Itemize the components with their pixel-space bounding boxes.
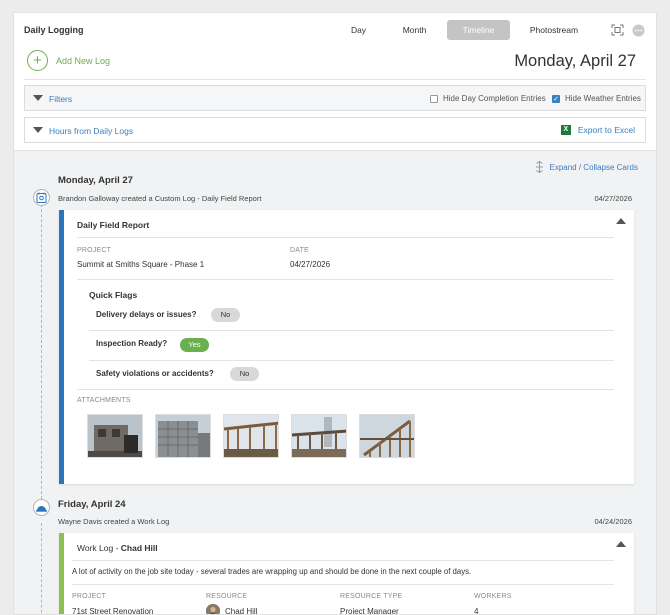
divider — [89, 360, 614, 361]
work-log-card: Work Log - Chad Hill A lot of activity o… — [59, 533, 634, 615]
flag-question: Delivery delays or issues? — [96, 310, 197, 319]
expand-collapse-icon — [535, 161, 543, 173]
divider — [72, 560, 614, 561]
expand-collapse-button[interactable]: Expand / Collapse Cards — [535, 161, 639, 173]
tab-photostream[interactable]: Photostream — [510, 20, 598, 40]
export-excel-label: Export to Excel — [577, 125, 635, 135]
work-log-icon — [33, 499, 50, 516]
hide-day-completion-label: Hide Day Completion Entries — [443, 94, 546, 103]
divider — [72, 584, 614, 585]
resource-value: Chad Hill — [225, 607, 258, 615]
flag-question: Safety violations or accidents? — [96, 369, 214, 378]
tab-day[interactable]: Day — [331, 20, 386, 40]
current-date: Monday, April 27 — [514, 52, 636, 70]
timeline: Expand / Collapse Cards Monday, April 27… — [14, 150, 656, 615]
daily-logging-panel: Daily Logging Day Month Timeline Photost… — [13, 12, 657, 615]
day-heading: Monday, April 27 — [58, 175, 133, 186]
excel-icon: X — [560, 125, 571, 135]
flag-answer-no[interactable]: No — [211, 308, 240, 322]
log-creator-text: Brandon Galloway created a Custom Log - … — [58, 194, 262, 203]
hide-weather-label: Hide Weather Entries — [565, 94, 641, 103]
resource-type-label: RESOURCE TYPE — [340, 593, 403, 600]
workers-value: 4 — [474, 607, 479, 615]
project-value: 71st Street Renovation — [72, 607, 154, 615]
flag-answer-yes[interactable]: Yes — [180, 338, 209, 352]
filters-bar: Filters Hide Day Completion Entries ✓ Hi… — [24, 85, 646, 111]
attachment-photo[interactable] — [87, 414, 143, 458]
attachment-photo[interactable] — [155, 414, 211, 458]
card-title: Daily Field Report — [77, 220, 150, 230]
custom-log-icon — [33, 189, 50, 206]
checkbox-box[interactable] — [430, 94, 438, 103]
timeline-connector — [41, 523, 42, 614]
card-title: Work Log - Chad Hill — [77, 543, 158, 553]
page-title: Daily Logging — [24, 25, 84, 35]
card-title-name: Chad Hill — [120, 543, 158, 553]
date-value: 04/27/2026 — [290, 260, 331, 269]
add-new-log-label: Add New Log — [56, 55, 111, 66]
expand-collapse-label: Expand / Collapse Cards — [549, 162, 639, 172]
hours-toggle[interactable]: Hours from Daily Logs — [49, 126, 133, 136]
quick-flags-title: Quick Flags — [89, 290, 138, 300]
timeline-connector — [41, 189, 42, 499]
project-label: PROJECT — [77, 247, 112, 254]
filters-toggle[interactable]: Filters — [49, 94, 72, 104]
attachment-photo[interactable] — [359, 414, 415, 458]
divider — [77, 389, 614, 390]
flag-answer-no[interactable]: No — [230, 367, 259, 381]
checkbox-box-checked[interactable]: ✓ — [552, 94, 560, 103]
log-description: A lot of activity on the job site today … — [72, 567, 472, 576]
date-label: DATE — [290, 247, 309, 254]
resource-label: RESOURCE — [206, 593, 248, 600]
divider — [77, 237, 614, 238]
attachment-photo[interactable] — [291, 414, 347, 458]
project-label: PROJECT — [72, 593, 107, 600]
attachments-label: ATTACHMENTS — [77, 397, 131, 404]
resource-type-value: Project Manager — [340, 607, 399, 615]
collapse-card-icon[interactable] — [616, 218, 626, 224]
more-options-icon[interactable] — [631, 23, 645, 37]
flag-question: Inspection Ready? — [96, 339, 168, 348]
divider — [89, 330, 614, 331]
log-creator-text: Wayne Davis created a Work Log — [58, 517, 170, 526]
log-date: 04/27/2026 — [594, 194, 632, 203]
tab-month[interactable]: Month — [388, 20, 441, 40]
collapse-card-icon[interactable] — [616, 541, 626, 547]
daily-field-report-card: Daily Field Report PROJECT Summit at Smi… — [59, 210, 634, 484]
header-divider — [24, 79, 646, 80]
workers-label: WORKERS — [474, 593, 512, 600]
caret-down-icon[interactable] — [33, 127, 43, 133]
avatar — [206, 604, 220, 614]
fullscreen-icon[interactable] — [610, 23, 624, 37]
plus-icon: + — [27, 50, 48, 71]
log-date: 04/24/2026 — [594, 517, 632, 526]
card-title-prefix: Work Log - — [77, 543, 121, 553]
divider — [77, 279, 614, 280]
project-value: Summit at Smiths Square - Phase 1 — [77, 260, 205, 269]
hide-day-completion-checkbox[interactable]: Hide Day Completion Entries — [430, 94, 546, 103]
view-tabs: Day Month Timeline Photostream — [331, 20, 598, 40]
export-excel-button[interactable]: X Export to Excel — [560, 125, 635, 135]
attachment-photo[interactable] — [223, 414, 279, 458]
day-heading: Friday, April 24 — [58, 499, 126, 510]
hide-weather-checkbox[interactable]: ✓ Hide Weather Entries — [552, 94, 641, 103]
hours-bar: Hours from Daily Logs X Export to Excel — [24, 117, 646, 143]
caret-down-icon[interactable] — [33, 95, 43, 101]
tab-timeline[interactable]: Timeline — [447, 20, 510, 40]
add-new-log-button[interactable]: + Add New Log — [27, 50, 110, 71]
